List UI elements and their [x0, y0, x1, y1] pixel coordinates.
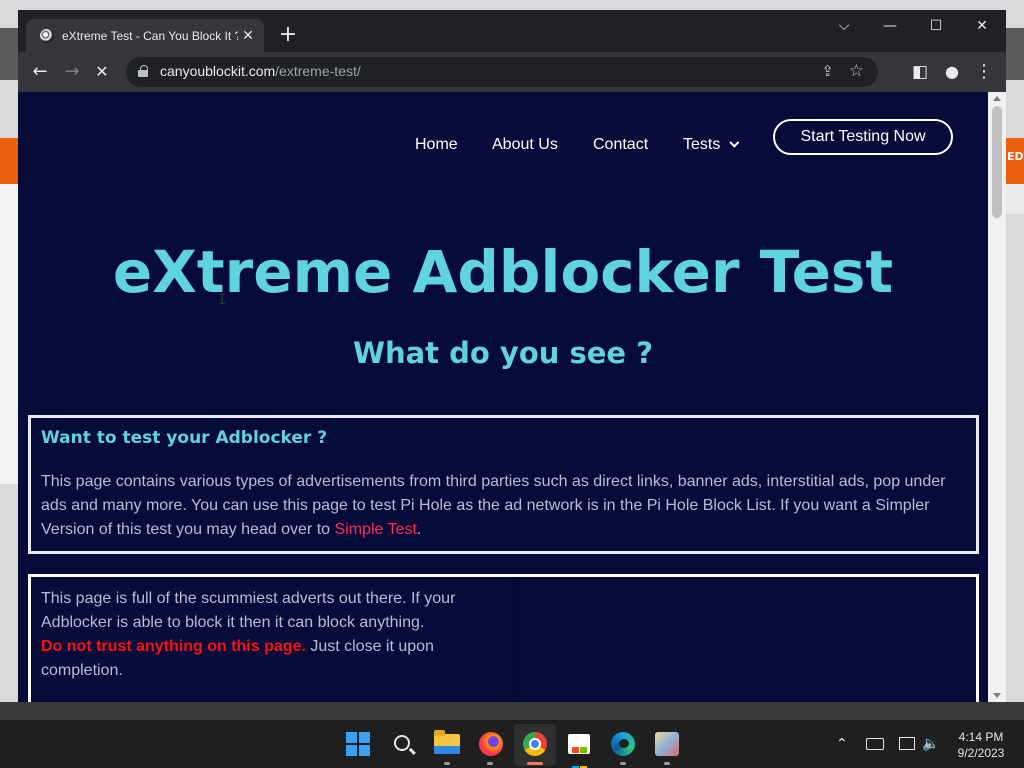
nav-tests[interactable]: Tests — [683, 136, 740, 154]
lock-icon[interactable] — [138, 65, 148, 77]
running-indicator — [664, 762, 670, 765]
search-icon[interactable] — [389, 730, 417, 758]
browser-window: eXtreme Test - Can You Block It ? ✕ + ⌵ … — [18, 10, 1006, 702]
bookmark-star-icon[interactable]: ☆ — [849, 61, 864, 81]
firefox-icon[interactable] — [477, 730, 505, 758]
favicon-icon — [40, 28, 54, 43]
background-partial-text: ED — [1007, 150, 1024, 163]
url-path: /extreme-test/ — [275, 63, 361, 79]
page-scrollbar[interactable] — [988, 92, 1006, 702]
profile-icon[interactable]: ● — [940, 60, 964, 84]
warning-box-body: This page is full of the scummiest adver… — [41, 590, 456, 631]
info-box: Want to test your Adblocker ? This page … — [28, 415, 979, 554]
warning-box-text: This page is full of the scummiest adver… — [41, 587, 511, 683]
page-title: eXtreme Adblocker Test — [112, 238, 894, 306]
tray-overflow-chevron-icon[interactable]: ⌃ — [836, 736, 848, 752]
info-box-body: This page contains various types of adve… — [41, 473, 946, 538]
maximize-button[interactable]: ☐ — [924, 18, 948, 34]
scroll-down-arrow-icon[interactable] — [993, 693, 1001, 698]
nav-contact[interactable]: Contact — [593, 136, 648, 154]
text-cursor-icon: I — [218, 292, 227, 308]
network-icon[interactable] — [899, 737, 915, 750]
page-subtitle: What do you see ? — [352, 336, 654, 370]
running-indicator — [444, 762, 450, 765]
game-icon[interactable] — [653, 730, 681, 758]
browser-toolbar: ← → ✕ canyoublockit.com/extreme-test/ ⇪ … — [18, 52, 1006, 92]
forward-button[interactable]: → — [60, 60, 84, 84]
info-box-text: This page contains various types of adve… — [41, 470, 966, 542]
desktop-strip — [0, 702, 1024, 720]
info-box-end: . — [416, 521, 422, 538]
chrome-icon[interactable] — [521, 730, 549, 758]
url-text[interactable]: canyoublockit.com/extreme-test/ — [160, 63, 361, 79]
warning-text: Do not trust anything on this page. — [41, 638, 306, 655]
background-window-left — [0, 184, 18, 484]
tab-close-icon[interactable]: ✕ — [238, 28, 258, 44]
close-window-button[interactable]: ✕ — [970, 18, 994, 34]
scrollbar-thumb[interactable] — [992, 106, 1002, 218]
system-clock[interactable]: 4:14 PM 9/2/2023 — [946, 729, 1016, 761]
browser-tab[interactable]: eXtreme Test - Can You Block It ? ✕ — [26, 19, 264, 52]
chevron-down-icon — [729, 137, 740, 148]
warning-box: This page is full of the scummiest adver… — [28, 574, 979, 702]
background-window-strip-left — [0, 138, 18, 184]
new-tab-button[interactable]: + — [276, 23, 300, 47]
tab-search-chevron-icon[interactable]: ⌵ — [832, 18, 856, 34]
background-window-strip-right: ED — [1006, 138, 1024, 184]
nav-home[interactable]: Home — [415, 136, 458, 154]
running-indicator — [487, 762, 493, 765]
tab-title: eXtreme Test - Can You Block It ? — [62, 28, 238, 43]
active-indicator — [527, 762, 543, 765]
web-page: Home About Us Contact Tests Start Testin… — [18, 92, 988, 702]
share-icon[interactable]: ⇪ — [821, 62, 834, 80]
minimize-button[interactable]: — — [878, 18, 902, 34]
edge-icon[interactable] — [609, 730, 637, 758]
background-window-right — [1006, 184, 1024, 214]
volume-icon[interactable]: 🔈 — [922, 736, 939, 752]
address-bar[interactable]: canyoublockit.com/extreme-test/ ⇪ ☆ — [126, 57, 878, 87]
scroll-up-arrow-icon[interactable] — [993, 96, 1001, 101]
simple-test-link[interactable]: Simple Test — [335, 521, 417, 538]
nav-about-us[interactable]: About Us — [492, 136, 558, 154]
windows-start-icon[interactable] — [344, 730, 372, 758]
ad-slot-divider — [513, 577, 521, 702]
stop-loading-button[interactable]: ✕ — [90, 60, 114, 84]
file-explorer-icon[interactable] — [433, 730, 461, 758]
url-host: canyoublockit.com — [160, 63, 276, 79]
microsoft-store-icon[interactable] — [565, 730, 593, 768]
side-panel-icon[interactable]: ◧ — [908, 60, 932, 84]
start-testing-button[interactable]: Start Testing Now — [773, 119, 953, 155]
battery-icon[interactable] — [866, 738, 884, 750]
clock-time: 4:14 PM — [958, 730, 1004, 744]
back-button[interactable]: ← — [28, 60, 52, 84]
clock-date: 9/2/2023 — [957, 746, 1005, 760]
nav-tests-label: Tests — [683, 136, 721, 153]
running-indicator — [620, 762, 626, 765]
menu-icon[interactable]: ⋮ — [972, 60, 996, 84]
tab-strip: eXtreme Test - Can You Block It ? ✕ + ⌵ … — [18, 10, 1006, 52]
info-box-heading: Want to test your Adblocker ? — [41, 428, 328, 448]
